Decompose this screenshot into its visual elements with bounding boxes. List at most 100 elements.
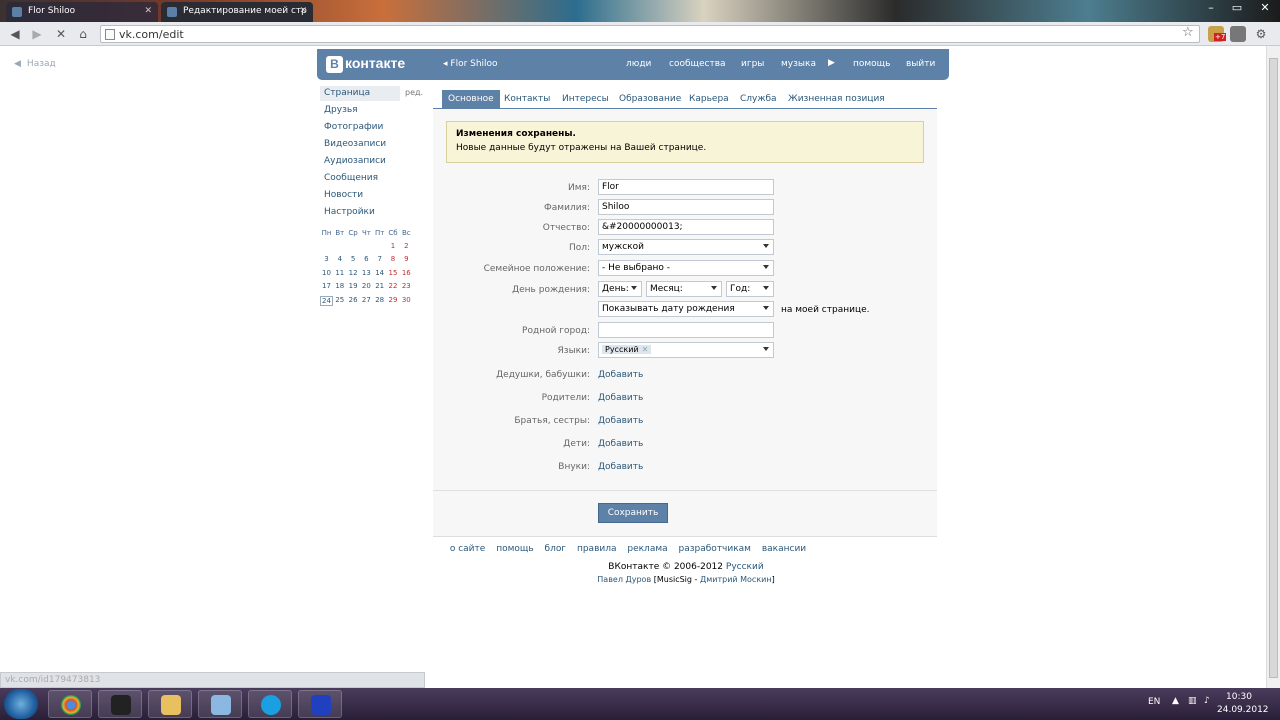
- footer-link-blog[interactable]: блог: [545, 544, 567, 554]
- nav-music[interactable]: музыка: [781, 59, 816, 69]
- calendar-day[interactable]: 14: [373, 269, 386, 277]
- add-parents-link[interactable]: Добавить: [598, 393, 643, 403]
- calendar-day[interactable]: 24: [320, 295, 333, 306]
- wrench-icon[interactable]: ⚙: [1252, 26, 1270, 42]
- footer-link-about[interactable]: о сайте: [450, 544, 485, 554]
- credit-link-durov[interactable]: Павел Дуров: [597, 575, 651, 584]
- calendar-day[interactable]: 8: [387, 255, 400, 263]
- sidebar-item-news[interactable]: Новости: [320, 188, 400, 203]
- tab-contacts[interactable]: Контакты: [498, 90, 556, 108]
- hometown-input[interactable]: [598, 322, 774, 338]
- calendar-day[interactable]: 27: [360, 296, 373, 304]
- scrollbar-thumb[interactable]: [1269, 58, 1278, 678]
- taskbar-app[interactable]: [298, 690, 342, 718]
- volume-icon[interactable]: ♪: [1204, 696, 1210, 706]
- footer-link-rules[interactable]: правила: [577, 544, 617, 554]
- header-user-link[interactable]: ◂ Flor Shiloo: [443, 59, 498, 69]
- birth-month-select[interactable]: Месяц:: [646, 281, 722, 297]
- first-name-input[interactable]: Flor: [598, 179, 774, 195]
- extension-icon[interactable]: +7: [1208, 26, 1227, 42]
- browser-tab-1[interactable]: Flor Shiloo ✕: [6, 2, 158, 22]
- tab-life-position[interactable]: Жизненная позиция: [782, 90, 891, 108]
- sidebar-edit-link[interactable]: ред.: [405, 88, 423, 97]
- nav-help[interactable]: помощь: [853, 59, 890, 69]
- footer-link-jobs[interactable]: вакансии: [762, 544, 806, 554]
- footer-link-ads[interactable]: реклама: [627, 544, 667, 554]
- calendar-day[interactable]: 6: [360, 255, 373, 263]
- calendar-day[interactable]: 11: [333, 269, 346, 277]
- calendar-day[interactable]: 1: [387, 242, 400, 250]
- tab-basic[interactable]: Основное: [442, 90, 500, 108]
- address-bar[interactable]: vk.com/edit: [100, 25, 1200, 43]
- extension-icon[interactable]: [1230, 26, 1246, 42]
- taskbar-explorer[interactable]: [148, 690, 192, 718]
- taskbar-steam[interactable]: [98, 690, 142, 718]
- back-link[interactable]: ◀ Назад: [14, 59, 56, 69]
- calendar-day[interactable]: 3: [320, 255, 333, 263]
- add-children-link[interactable]: Добавить: [598, 439, 643, 449]
- calendar-day[interactable]: 13: [360, 269, 373, 277]
- sidebar-item-friends[interactable]: Друзья: [320, 103, 400, 118]
- gender-select[interactable]: мужской: [598, 239, 774, 255]
- minimize-icon[interactable]: –: [1198, 0, 1224, 18]
- sidebar-item-settings[interactable]: Настройки: [320, 205, 400, 220]
- taskbar-chrome[interactable]: [48, 690, 92, 718]
- tab-career[interactable]: Карьера: [683, 90, 735, 108]
- tab-interests[interactable]: Интересы: [556, 90, 615, 108]
- footer-link-developers[interactable]: разработчикам: [679, 544, 751, 554]
- close-icon[interactable]: ✕: [299, 6, 307, 16]
- browser-tab-2[interactable]: Редактирование моей стр ✕: [161, 2, 313, 22]
- save-button[interactable]: Сохранить: [598, 503, 668, 523]
- home-icon[interactable]: ⌂: [74, 26, 92, 42]
- calendar-day[interactable]: 20: [360, 282, 373, 290]
- clock-date[interactable]: 24.09.2012: [1217, 705, 1269, 715]
- last-name-input[interactable]: Shiloo: [598, 199, 774, 215]
- network-icon[interactable]: ▥: [1188, 696, 1197, 706]
- stop-icon[interactable]: ✕: [52, 26, 70, 42]
- remove-tag-icon[interactable]: ✕: [642, 345, 649, 354]
- nav-people[interactable]: люди: [626, 59, 651, 69]
- calendar-day[interactable]: 18: [333, 282, 346, 290]
- calendar-day[interactable]: 17: [320, 282, 333, 290]
- calendar-day[interactable]: 12: [347, 269, 360, 277]
- calendar-day[interactable]: 25: [333, 296, 346, 304]
- bookmark-star-icon[interactable]: ☆: [1182, 25, 1194, 40]
- credit-link-moskin[interactable]: Дмитрий Москин: [700, 575, 772, 584]
- maximize-icon[interactable]: ▭: [1224, 0, 1250, 18]
- footer-link-help[interactable]: помощь: [496, 544, 533, 554]
- calendar-day[interactable]: 22: [387, 282, 400, 290]
- language-indicator[interactable]: EN: [1148, 697, 1160, 707]
- calendar-day[interactable]: 4: [333, 255, 346, 263]
- sidebar-item-page[interactable]: Страница: [320, 86, 400, 101]
- taskbar-skype[interactable]: [248, 690, 292, 718]
- calendar-day[interactable]: 10: [320, 269, 333, 277]
- calendar-day[interactable]: 29: [387, 296, 400, 304]
- page-scrollbar[interactable]: [1266, 46, 1280, 688]
- nav-communities[interactable]: сообщества: [669, 59, 726, 69]
- nav-games[interactable]: игры: [741, 59, 764, 69]
- calendar-day[interactable]: 7: [373, 255, 386, 263]
- languages-select[interactable]: Русский ✕: [598, 342, 774, 358]
- footer-language-link[interactable]: Русский: [726, 562, 764, 572]
- tray-arrow-icon[interactable]: ▲: [1172, 696, 1179, 706]
- calendar-day[interactable]: 23: [400, 282, 413, 290]
- birth-year-select[interactable]: Год:: [726, 281, 774, 297]
- add-siblings-link[interactable]: Добавить: [598, 416, 643, 426]
- taskbar-notepad[interactable]: [198, 690, 242, 718]
- sidebar-item-videos[interactable]: Видеозаписи: [320, 137, 400, 152]
- patronymic-input[interactable]: &#20000000013;: [598, 219, 774, 235]
- clock-time[interactable]: 10:30: [1226, 692, 1252, 702]
- calendar-day[interactable]: 16: [400, 269, 413, 277]
- calendar-day[interactable]: 30: [400, 296, 413, 304]
- add-grandparents-link[interactable]: Добавить: [598, 370, 643, 380]
- sidebar-item-photos[interactable]: Фотографии: [320, 120, 400, 135]
- calendar-day[interactable]: 9: [400, 255, 413, 263]
- calendar-day[interactable]: 21: [373, 282, 386, 290]
- show-birthday-select[interactable]: Показывать дату рождения: [598, 301, 774, 317]
- start-button[interactable]: [4, 689, 38, 719]
- back-arrow-icon[interactable]: ◀: [6, 26, 24, 42]
- calendar-day[interactable]: 26: [347, 296, 360, 304]
- tab-service[interactable]: Служба: [734, 90, 783, 108]
- play-icon[interactable]: ▶: [828, 58, 835, 68]
- sidebar-item-messages[interactable]: Сообщения: [320, 171, 400, 186]
